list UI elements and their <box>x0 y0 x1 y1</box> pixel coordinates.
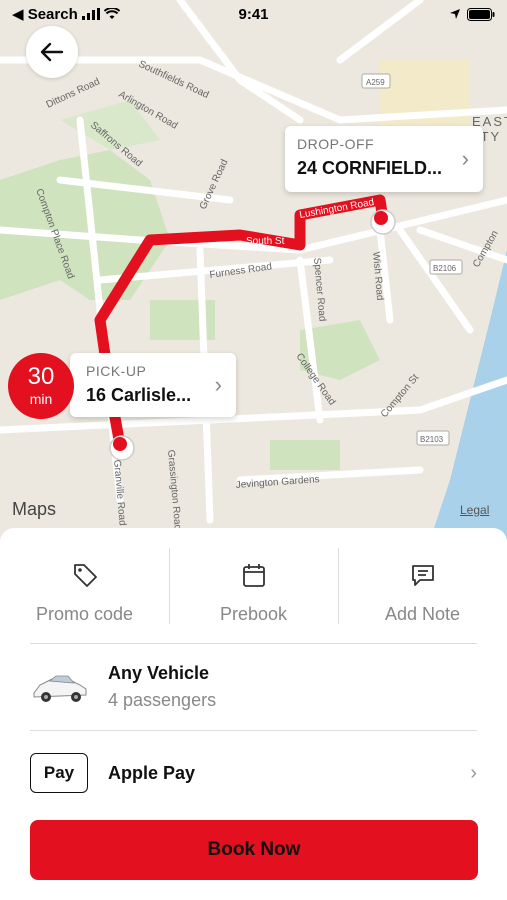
maps-attribution: Maps <box>12 499 56 520</box>
add-note-button[interactable]: Add Note <box>338 548 507 643</box>
book-now-button[interactable]: Book Now <box>30 820 478 880</box>
battery-icon <box>467 7 495 21</box>
back-to-search-label: ◀ Search <box>12 6 78 23</box>
chevron-right-icon: › <box>470 761 477 784</box>
booking-sheet: Promo code Prebook Add Note Any Vehicle … <box>0 528 507 900</box>
status-time: 9:41 <box>238 5 269 23</box>
vehicle-passengers: 4 passengers <box>108 690 217 710</box>
options-row: Promo code Prebook Add Note <box>0 528 507 643</box>
street-label: Grove Road <box>198 158 231 212</box>
promo-code-button[interactable]: Promo code <box>0 548 169 643</box>
legal-link[interactable]: Legal <box>460 503 489 517</box>
vehicle-name: Any Vehicle <box>108 663 210 683</box>
chevron-right-icon: › <box>461 146 469 171</box>
map-view[interactable]: Southfields Road Arlington Road Dittons … <box>0 0 507 540</box>
pickup-address: 16 Carlisle... <box>86 385 192 405</box>
promo-code-label: Promo code <box>35 604 134 624</box>
arrow-left-icon <box>40 42 64 62</box>
street-label: Dittons Road <box>45 76 102 110</box>
eta-value: 30 <box>27 363 55 390</box>
dropoff-callout[interactable]: DROP-OFF 24 CORNFIELD... › <box>285 126 483 192</box>
location-arrow-icon <box>450 9 460 19</box>
street-label: Lushington Road <box>299 197 375 221</box>
street-label: South St <box>246 236 285 247</box>
dropoff-label: DROP-OFF <box>297 136 375 152</box>
prebook-label: Prebook <box>219 604 288 624</box>
payment-method: Pay Apple Pay <box>30 753 195 793</box>
street-label: Granville Road <box>111 459 128 526</box>
street-label: Southfields Road <box>137 59 211 101</box>
apple-pay-badge: Pay <box>30 753 88 793</box>
back-button[interactable] <box>26 26 78 78</box>
car-icon <box>33 675 87 702</box>
payment-method-row[interactable]: Pay Apple Pay › <box>0 731 507 815</box>
road-shield-label: A259 <box>366 78 385 87</box>
vehicle-selector[interactable]: Any Vehicle 4 passengers <box>0 644 507 730</box>
vehicle-info: Any Vehicle 4 passengers <box>108 663 216 711</box>
road-shield-label: B2103 <box>420 435 444 444</box>
chevron-right-icon: › <box>214 372 222 397</box>
pickup-marker-dot <box>113 437 127 451</box>
prebook-button[interactable]: Prebook <box>169 548 338 643</box>
pickup-label: PICK-UP <box>86 363 147 379</box>
apple-pay-badge-text: Pay <box>43 763 75 782</box>
eta-unit: min <box>29 391 53 407</box>
dropoff-marker-dot <box>374 211 388 225</box>
maps-logo-text: Maps <box>12 499 57 519</box>
street-label: Spencer Road <box>311 257 328 322</box>
add-note-label: Add Note <box>384 604 461 624</box>
wifi-icon <box>103 8 120 19</box>
pickup-callout[interactable]: PICK-UP 16 Carlisle... › <box>70 353 236 417</box>
eta-badge: 30 min <box>8 353 74 419</box>
map-canvas: Southfields Road Arlington Road Dittons … <box>0 0 507 540</box>
park-area <box>270 440 340 470</box>
calendar-icon <box>239 560 269 590</box>
dropoff-address: 24 CORNFIELD... <box>297 158 443 178</box>
status-bar: ◀ Search 9:41 <box>0 0 507 28</box>
road-shield-label: B2106 <box>433 264 457 273</box>
tag-icon <box>70 560 100 590</box>
message-icon <box>408 560 438 590</box>
status-back-app[interactable]: ◀ Search <box>12 5 120 23</box>
street-label: Grassington Road <box>165 449 183 530</box>
signal-icon <box>81 8 100 20</box>
payment-label: Apple Pay <box>108 762 196 783</box>
status-right <box>449 7 495 21</box>
